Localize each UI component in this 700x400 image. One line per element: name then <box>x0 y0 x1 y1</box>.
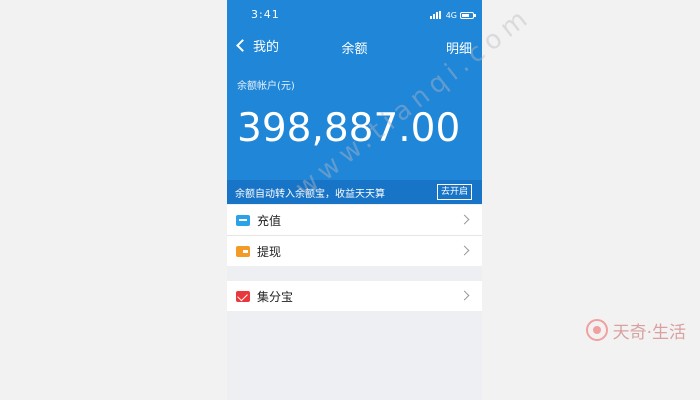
chevron-right-icon <box>459 245 470 256</box>
battery-icon <box>460 11 476 19</box>
recharge-icon <box>236 214 250 226</box>
screenshot-stage: 3:41 4G 我的 余额 明细 余额帐户(元) 398,887.00 余额自动… <box>0 0 700 400</box>
site-logo: 天奇·生活 <box>585 316 686 344</box>
menu-item-jifenbao[interactable]: 集分宝 <box>227 281 482 311</box>
balance-header: 3:41 4G 我的 余额 明细 余额帐户(元) 398,887.00 余额自动… <box>227 0 482 204</box>
balance-label: 余额帐户(元) <box>237 81 295 92</box>
menu-item-label: 集分宝 <box>257 289 294 304</box>
menu-item-recharge[interactable]: 充值 <box>227 205 482 235</box>
points-group: 集分宝 <box>227 281 482 311</box>
page-title: 余额 <box>341 42 368 57</box>
status-bar: 3:41 4G <box>227 0 482 30</box>
promo-bar: 余额自动转入余额宝，收益天天算 去开启 <box>227 180 482 204</box>
logo-text: 天奇·生活 <box>612 322 686 343</box>
network-label: 4G <box>445 10 457 20</box>
enable-autotransfer-button[interactable]: 去开启 <box>436 184 472 200</box>
logo-icon <box>585 319 608 341</box>
menu-item-withdraw[interactable]: 提现 <box>227 235 482 266</box>
phone-screen: 3:41 4G 我的 余额 明细 余额帐户(元) 398,887.00 余额自动… <box>227 0 482 400</box>
menu-item-label: 提现 <box>257 244 282 259</box>
promo-text: 余额自动转入余额宝，收益天天算 <box>235 189 385 200</box>
wallet-icon <box>236 245 250 257</box>
balance-amount: 398,887.00 <box>237 106 461 151</box>
chevron-right-icon <box>459 290 470 301</box>
detail-button[interactable]: 明细 <box>446 38 472 57</box>
status-indicators: 4G <box>429 8 476 22</box>
nav-bar: 我的 余额 明细 <box>227 30 482 60</box>
balance-actions-group: 充值 提现 <box>227 205 482 266</box>
signal-icon <box>429 11 442 19</box>
envelope-icon <box>236 290 250 302</box>
menu-item-label: 充值 <box>257 213 282 228</box>
status-time: 3:41 <box>251 8 280 21</box>
chevron-right-icon <box>459 214 470 225</box>
